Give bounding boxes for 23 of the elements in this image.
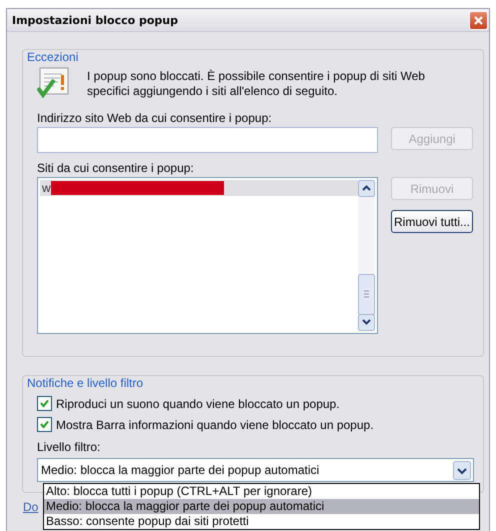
checkbox[interactable] xyxy=(37,417,52,432)
checkbox-label: Mostra Barra informazioni quando viene bloccato un popup. xyxy=(56,418,374,432)
list-item[interactable]: w xyxy=(40,180,358,196)
dropdown-option[interactable]: Basso: consente popup dai siti protetti xyxy=(44,514,479,529)
info-text: I popup sono bloccati. È possibile consentire i popup di siti Web specifici aggiungendo i siti all'elenco di seguito. xyxy=(87,69,426,99)
dropdown-list[interactable]: Alto: blocca tutti i popup (CTRL+ALT per ignorare) Medio: blocca la maggior parte dei popup automatici Basso: consente popup dai siti protetti xyxy=(43,483,480,530)
remove-all-button[interactable]: Rimuovi tutti... xyxy=(391,210,473,233)
group-title: Notifiche e livello filtro xyxy=(26,376,144,390)
scrollbar[interactable] xyxy=(358,180,375,331)
checkbox[interactable] xyxy=(37,396,52,411)
link[interactable]: Do xyxy=(23,500,38,514)
field-label: Indirizzo sito Web da cui consentire i popup: xyxy=(37,111,273,125)
window-title: Impostazioni blocco popup xyxy=(12,14,178,26)
address-field[interactable] xyxy=(37,127,378,153)
list-label: Siti da cui consentire i popup: xyxy=(37,161,195,175)
checkbox-label: Riproduci un suono quando viene bloccato un popup. xyxy=(56,396,340,410)
filter-dropdown[interactable]: Medio: blocca la maggior parte dei popup automatici xyxy=(37,458,474,482)
field-label: Livello filtro: xyxy=(37,440,102,454)
dropdown-option[interactable]: Medio: blocca la maggior parte dei popup automatici xyxy=(44,499,479,514)
dropdown-option[interactable]: Alto: blocca tutti i popup (CTRL+ALT per ignorare) xyxy=(44,484,479,499)
group-title: Eccezioni xyxy=(26,50,80,64)
close-button[interactable] xyxy=(469,10,488,30)
site-list[interactable]: w xyxy=(37,177,378,334)
